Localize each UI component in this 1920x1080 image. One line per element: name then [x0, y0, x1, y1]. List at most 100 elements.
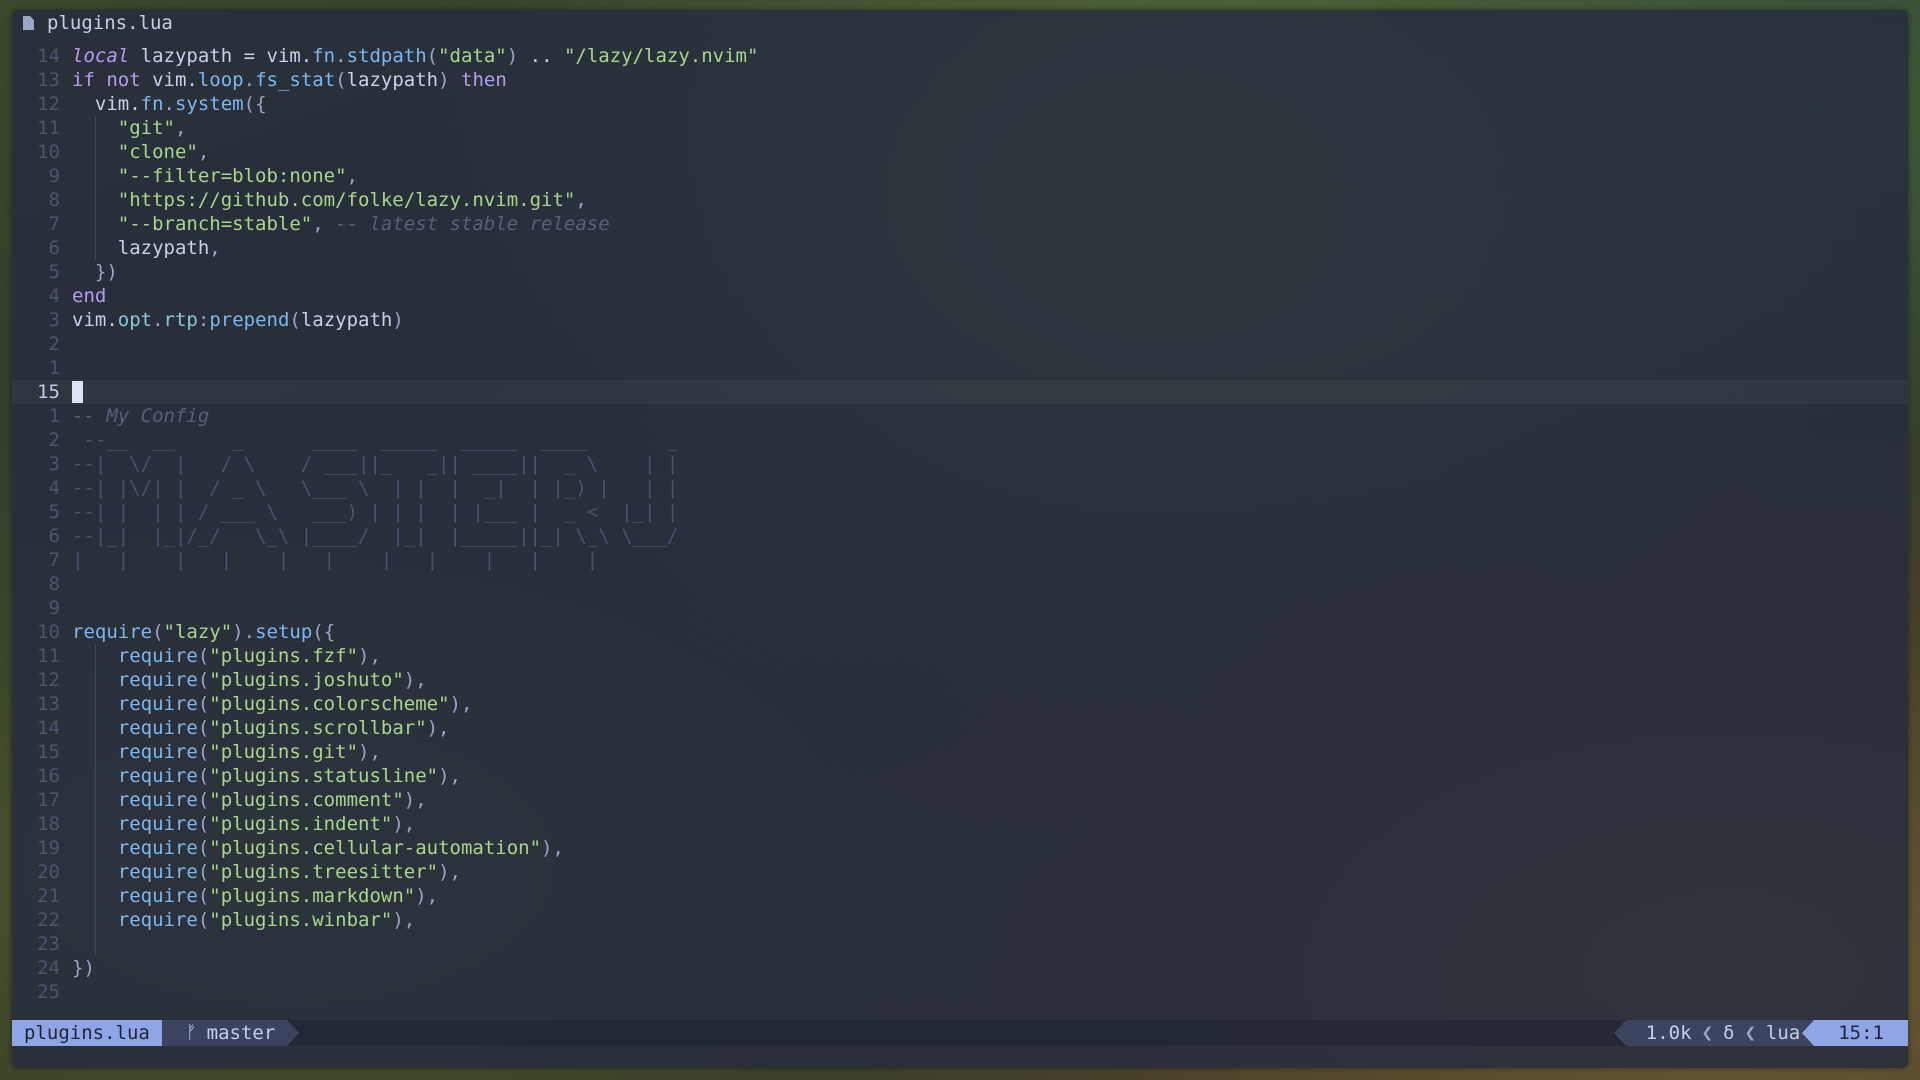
code-token: .: [163, 93, 175, 115]
code-token: (: [335, 69, 347, 91]
code-token: end: [72, 285, 107, 307]
code-line[interactable]: 4 --| |\/| | / _ \ \___ \ | | | _| | |_) …: [12, 476, 1908, 500]
code-line[interactable]: 10 "clone",: [12, 140, 1908, 164]
code-token: require: [117, 789, 198, 811]
code-token: "plugins.colorscheme": [209, 693, 450, 715]
code-token: ): [506, 45, 530, 67]
code-line[interactable]: 25: [12, 980, 1908, 1004]
statusline-fileinfo: 1.0k ❮ δ ❮ lua: [1613, 1020, 1815, 1046]
code-line[interactable]: 20 require("plugins.treesitter"),: [12, 860, 1908, 884]
code-token: ),: [392, 909, 416, 931]
code-line[interactable]: 13 require("plugins.colorscheme"),: [12, 692, 1908, 716]
code-token: ,: [575, 189, 587, 211]
code-token: require: [117, 741, 198, 763]
line-number: 14: [37, 717, 60, 739]
code-text: "--branch=stable", -- latest stable rele…: [72, 212, 610, 236]
code-token: ),: [358, 741, 381, 763]
code-line[interactable]: 3 --| \/ | / \ / ___||_ _|| ____|| _ \ | …: [12, 452, 1908, 476]
indent-guide: [95, 740, 96, 764]
line-number: 12: [37, 93, 60, 115]
code-line[interactable]: 22 require("plugins.winbar"),: [12, 908, 1908, 932]
code-token: .: [152, 309, 164, 331]
code-line[interactable]: 23: [12, 932, 1908, 956]
code-line[interactable]: 7 "--branch=stable", -- latest stable re…: [12, 212, 1908, 236]
line-number: 7: [48, 549, 60, 571]
code-token: (: [197, 837, 210, 859]
code-line[interactable]: 15 require("plugins.git"),: [12, 740, 1908, 764]
code-token: (: [197, 741, 210, 763]
code-line[interactable]: 9 "--filter=blob:none",: [12, 164, 1908, 188]
code-token: lazypath: [300, 309, 393, 331]
line-number: 7: [48, 213, 60, 235]
code-token: prepend: [209, 309, 290, 331]
code-line[interactable]: 24}): [12, 956, 1908, 980]
code-line[interactable]: 12 vim.fn.system({: [12, 92, 1908, 116]
code-text: require("plugins.comment"),: [72, 788, 427, 812]
line-number: 18: [37, 813, 60, 835]
code-line[interactable]: 9: [12, 596, 1908, 620]
code-line[interactable]: 1: [12, 356, 1908, 380]
line-number: 25: [37, 981, 60, 1003]
code-line[interactable]: 15: [12, 380, 1908, 404]
code-token: require: [117, 645, 198, 667]
code-text: vim.opt.rtp:prepend(lazypath): [72, 308, 404, 332]
code-line[interactable]: 6 --|_| |_|/_/ \_\ |____/ |_| |_____||_| …: [12, 524, 1908, 548]
editor-window: plugins.lua 14 local lazypath = vim.fn.st…: [12, 10, 1908, 1068]
code-line[interactable]: 12 require("plugins.joshuto"),: [12, 668, 1908, 692]
code-line[interactable]: 3 vim.opt.rtp:prepend(lazypath): [12, 308, 1908, 332]
code-token: "https://github.com/folke/lazy.nvim.git": [117, 189, 576, 211]
code-token: ),: [415, 885, 439, 907]
code-line[interactable]: 10 require("lazy").setup({: [12, 620, 1908, 644]
editor-buffer[interactable]: 14 local lazypath = vim.fn.stdpath("data"…: [12, 44, 1908, 1004]
line-number: 10: [37, 621, 60, 643]
code-line[interactable]: 5 }): [12, 260, 1908, 284]
code-line[interactable]: 13 if not vim.loop.fs_stat(lazypath) then: [12, 68, 1908, 92]
code-line[interactable]: 16 require("plugins.statusline"),: [12, 764, 1908, 788]
code-line[interactable]: 18 require("plugins.indent"),: [12, 812, 1908, 836]
code-line[interactable]: 17 require("plugins.comment"),: [12, 788, 1908, 812]
code-token: then: [461, 69, 507, 91]
line-number: 14: [37, 45, 60, 67]
code-token: require: [117, 837, 198, 859]
code-line[interactable]: 19 require("plugins.cellular-automation"…: [12, 836, 1908, 860]
line-number: 3: [48, 309, 60, 331]
code-line[interactable]: 2: [12, 332, 1908, 356]
code-token: ): [392, 309, 404, 331]
code-line[interactable]: 11 require("plugins.fzf"),: [12, 644, 1908, 668]
code-line[interactable]: 8 "https://github.com/folke/lazy.nvim.gi…: [12, 188, 1908, 212]
code-line[interactable]: 6 lazypath,: [12, 236, 1908, 260]
indent-guide: [95, 212, 96, 236]
line-number: 11: [37, 645, 60, 667]
code-token: "plugins.treesitter": [209, 861, 439, 883]
code-token: ,: [174, 117, 187, 139]
code-token: (: [197, 861, 210, 883]
code-token: ),: [449, 693, 473, 715]
indent-guide: [95, 164, 96, 188]
code-line[interactable]: 4 end: [12, 284, 1908, 308]
code-line[interactable]: 11 "git",: [12, 116, 1908, 140]
code-line[interactable]: 14 require("plugins.scrollbar"),: [12, 716, 1908, 740]
code-text: }): [72, 260, 118, 284]
code-token: ,: [312, 213, 336, 235]
code-line[interactable]: 7 | | | | | | | | | | |: [12, 548, 1908, 572]
indent-guide: [95, 860, 96, 884]
code-line[interactable]: 5 --| | | | / ___ \ ___) | | | | |___ | _…: [12, 500, 1908, 524]
code-token: system: [174, 93, 244, 115]
code-line[interactable]: 21 require("plugins.markdown"),: [12, 884, 1908, 908]
code-token: --|_| |_|/_/ \_\ |____/ |_| |_____||_| \…: [72, 525, 679, 547]
line-number: 5: [48, 261, 60, 283]
code-text: }): [72, 956, 95, 980]
code-line[interactable]: 2 --__ __ _ ____ _____ _____ ____ _: [12, 428, 1908, 452]
line-number: 9: [48, 165, 60, 187]
code-line[interactable]: 8: [12, 572, 1908, 596]
code-text: --| | | | / ___ \ ___) | | | | |___ | _ …: [72, 500, 678, 524]
code-token: "--filter=blob:none": [117, 165, 347, 187]
code-token: opt: [117, 309, 153, 331]
code-token: ),: [358, 645, 381, 667]
statusline: plugins.lua ᚠ master 1.0k ❮ δ ❮ lua 15:1: [12, 1020, 1908, 1046]
branch-name: master: [206, 1022, 276, 1044]
code-token: "lazy": [163, 621, 233, 643]
code-line[interactable]: 1 -- My Config: [12, 404, 1908, 428]
code-line[interactable]: 14 local lazypath = vim.fn.stdpath("data"…: [12, 44, 1908, 68]
winbar-filename[interactable]: plugins.lua: [47, 12, 173, 34]
